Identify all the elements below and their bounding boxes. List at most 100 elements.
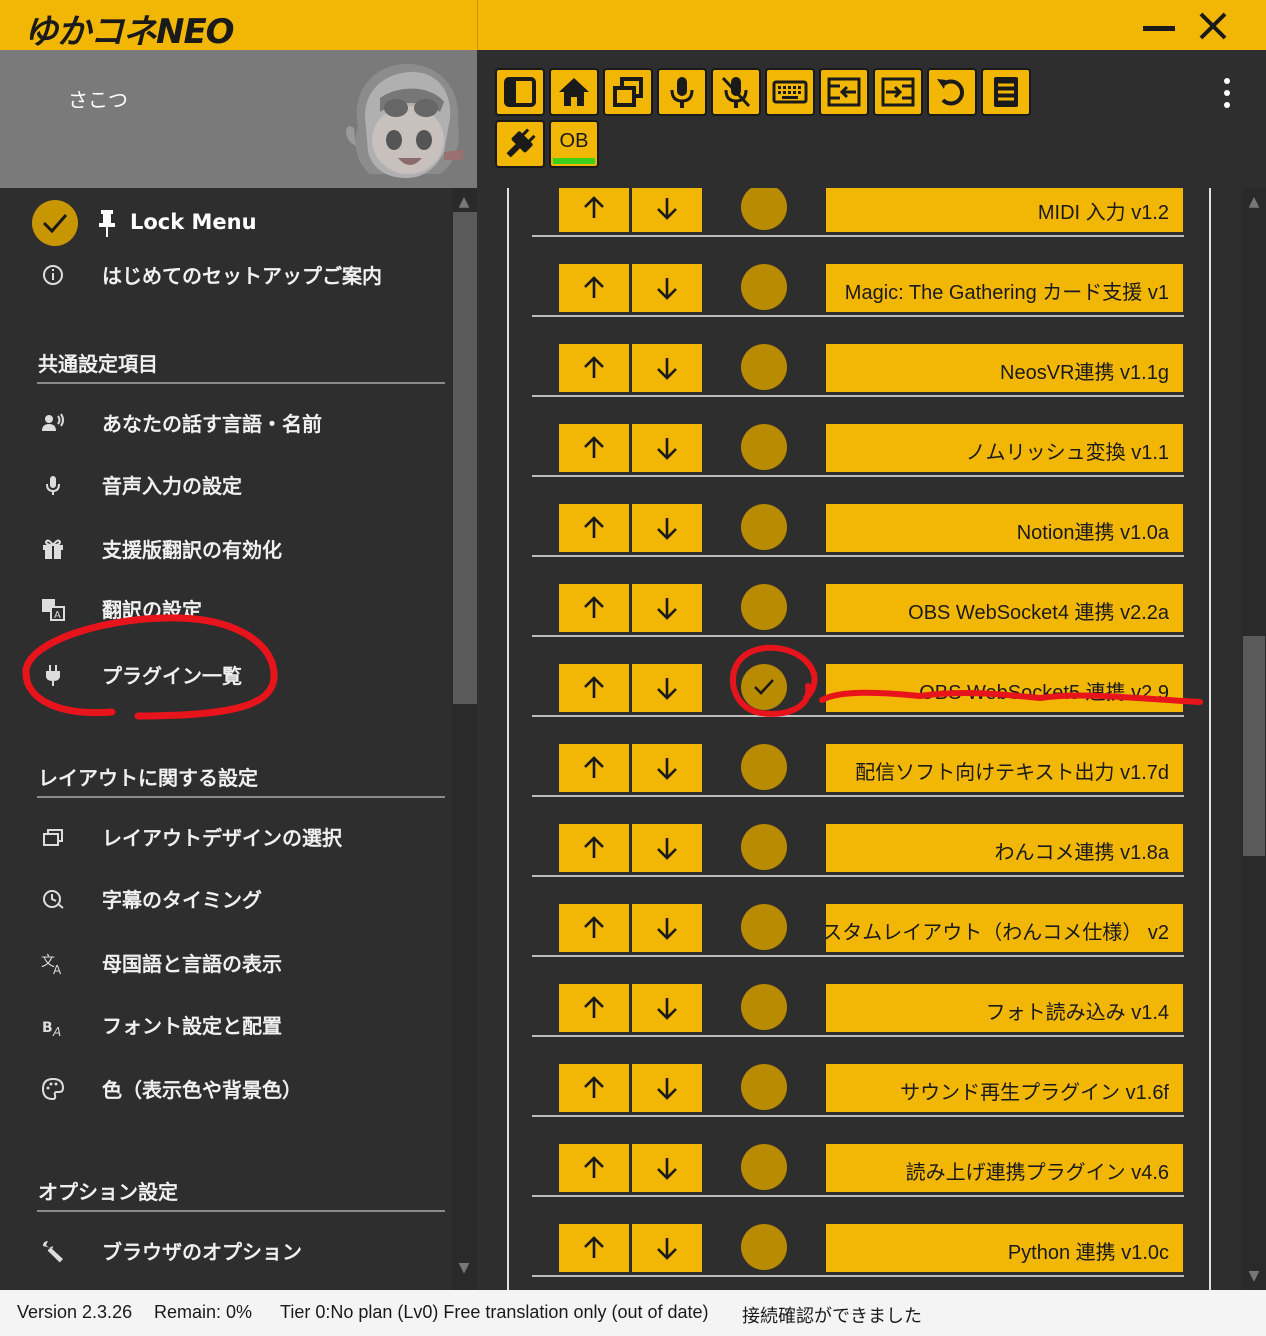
move-up-button[interactable] (559, 188, 629, 232)
plugin-name-button[interactable]: Magic: The Gathering カード支援 v1 (826, 264, 1183, 312)
plugin-name-button[interactable]: NeosVR連携 v1.1g (826, 344, 1183, 392)
sidebar-item-browser-options[interactable]: ブラウザのオプション (0, 1228, 450, 1274)
plugin-name-button[interactable]: Notion連携 v1.0a (826, 504, 1183, 552)
plugin-enable-toggle[interactable] (741, 1144, 787, 1190)
move-down-button[interactable] (632, 744, 702, 792)
move-up-button[interactable] (559, 584, 629, 632)
plugin-name-button[interactable]: Python 連携 v1.0c (826, 1224, 1183, 1272)
move-down-button[interactable] (632, 824, 702, 872)
plugin-enable-toggle[interactable] (741, 1224, 787, 1270)
plugin-name-button[interactable]: OBS WebSocket5 連携 v2.9 (826, 664, 1183, 712)
plugin-name: Magic: The Gathering カード支援 v1 (844, 282, 1169, 304)
plugin-name-button[interactable]: カスタムレイアウト（わんコメ仕様） v2 (826, 904, 1183, 952)
sidebar-scrollbar-thumb[interactable] (453, 212, 477, 704)
plugin-name-button[interactable]: OBS WebSocket4 連携 v2.2a (826, 584, 1183, 632)
move-up-button[interactable] (559, 824, 629, 872)
sidebar-item-support-translation[interactable]: 支援版翻訳の有効化 (0, 526, 450, 572)
plugin-name-button[interactable]: ノムリッシュ変換 v1.1 (826, 424, 1183, 472)
move-up-button[interactable] (559, 664, 629, 712)
move-down-button[interactable] (632, 584, 702, 632)
sidebar-item-colors[interactable]: 色（表示色や背景色） (0, 1066, 450, 1112)
plugin-enable-toggle[interactable] (741, 984, 787, 1030)
plugin-enable-toggle[interactable] (741, 424, 787, 470)
mic-button[interactable] (657, 68, 707, 116)
move-down-button[interactable] (632, 904, 702, 952)
scroll-down-icon[interactable]: ▼ (456, 1260, 472, 1276)
sidebar-item-subtitle-timing[interactable]: 字幕のタイミング (0, 876, 450, 922)
scroll-down-icon[interactable]: ▼ (1246, 1268, 1262, 1284)
sidebar-item-voice-input[interactable]: 音声入力の設定 (0, 462, 450, 508)
log-button[interactable] (981, 68, 1031, 116)
sidebar: Lock Menu はじめてのセットアップご案内 共通設定項目 あなたの話す言語… (0, 188, 477, 1290)
plugin-enable-toggle[interactable] (741, 264, 787, 310)
sidebar-item-setup-guide[interactable]: はじめてのセットアップご案内 (0, 252, 450, 298)
plugin-enable-toggle[interactable] (741, 504, 787, 550)
move-down-button[interactable] (632, 1144, 702, 1192)
home-button[interactable] (549, 68, 599, 116)
move-up-button[interactable] (559, 264, 629, 312)
move-down-button[interactable] (632, 1064, 702, 1112)
arrow-down-icon (657, 838, 677, 860)
indent-right-button[interactable] (873, 68, 923, 116)
move-up-button[interactable] (559, 984, 629, 1032)
plugin-enable-toggle[interactable] (741, 188, 787, 230)
move-down-button[interactable] (632, 984, 702, 1032)
move-up-button[interactable] (559, 1144, 629, 1192)
minimize-button[interactable] (1140, 8, 1176, 44)
move-up-button[interactable] (559, 744, 629, 792)
move-up-button[interactable] (559, 424, 629, 472)
sidebar-item-plugin-list[interactable]: プラグイン一覧 (0, 652, 450, 698)
row-divider (532, 315, 1184, 317)
move-down-button[interactable] (632, 1224, 702, 1272)
plugin-enable-toggle[interactable] (741, 584, 787, 630)
plugin-enable-toggle[interactable] (741, 344, 787, 390)
scroll-up-icon[interactable]: ▲ (456, 194, 472, 210)
sidebar-item-font-settings[interactable]: BA フォント設定と配置 (0, 1002, 450, 1048)
move-up-button[interactable] (559, 344, 629, 392)
indent-left-button[interactable] (819, 68, 869, 116)
plugin-name-button[interactable]: フォト読み込み v1.4 (826, 984, 1183, 1032)
more-menu-button[interactable] (1217, 76, 1237, 110)
move-up-button[interactable] (559, 504, 629, 552)
check-icon (754, 679, 774, 695)
plugin-enable-toggle[interactable] (741, 1064, 787, 1110)
plugin-enable-toggle[interactable] (741, 664, 787, 710)
section-layout-title: レイアウトに関する設定 (38, 766, 258, 790)
sidebar-item-language-display[interactable]: 文A 母国語と言語の表示 (0, 940, 450, 986)
plugin-name-button[interactable]: MIDI 入力 v1.2 (826, 188, 1183, 232)
plugin-name-button[interactable]: サウンド再生プラグイン v1.6f (826, 1064, 1183, 1112)
row-divider (532, 395, 1184, 397)
lock-menu-checkbox[interactable] (32, 200, 78, 246)
move-down-button[interactable] (632, 344, 702, 392)
obs-button[interactable]: OB (549, 120, 599, 168)
sidebar-item-language-name[interactable]: あなたの話す言語・名前 (0, 400, 450, 446)
window-button[interactable] (603, 68, 653, 116)
toggle-panel-button[interactable] (495, 68, 545, 116)
move-down-button[interactable] (632, 188, 702, 232)
move-down-button[interactable] (632, 664, 702, 712)
scroll-up-icon[interactable]: ▲ (1246, 194, 1262, 210)
plugin-enable-toggle[interactable] (741, 904, 787, 950)
sidebar-item-translation-settings[interactable]: A 翻訳の設定 (0, 586, 450, 632)
row-divider (532, 235, 1184, 237)
plugin-name-button[interactable]: 読み上げ連携プラグイン v4.6 (826, 1144, 1183, 1192)
move-up-button[interactable] (559, 1064, 629, 1112)
move-down-button[interactable] (632, 504, 702, 552)
move-up-button[interactable] (559, 904, 629, 952)
mic-off-button[interactable] (711, 68, 761, 116)
close-button[interactable] (1195, 8, 1231, 44)
plugin-enable-toggle[interactable] (741, 824, 787, 870)
plugin-list-scrollbar-thumb[interactable] (1243, 636, 1265, 856)
status-bar: Version 2.3.26 Remain: 0% Tier 0:No plan… (0, 1290, 1266, 1336)
plugin-name-button[interactable]: わんコメ連携 v1.8a (826, 824, 1183, 872)
move-up-button[interactable] (559, 1224, 629, 1272)
undo-button[interactable] (927, 68, 977, 116)
sidebar-item-layout-design[interactable]: レイアウトデザインの選択 (0, 814, 450, 860)
move-down-button[interactable] (632, 424, 702, 472)
plugin-name-button[interactable]: 配信ソフト向けテキスト出力 v1.7d (826, 744, 1183, 792)
move-down-button[interactable] (632, 264, 702, 312)
plugin-name: 読み上げ連携プラグイン v4.6 (905, 1162, 1169, 1184)
plugin-connect-button[interactable] (495, 120, 545, 168)
keyboard-button[interactable] (765, 68, 815, 116)
plugin-enable-toggle[interactable] (741, 744, 787, 790)
